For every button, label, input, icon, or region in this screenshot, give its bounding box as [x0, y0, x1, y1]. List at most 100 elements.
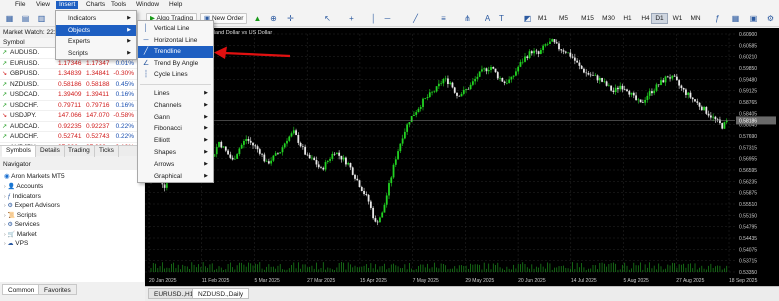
- candle-body: [308, 154, 311, 159]
- menu-item-trend-angle[interactable]: ∠ Trend By Angle: [138, 58, 213, 70]
- shapes-tool-icon[interactable]: ◩: [522, 13, 533, 24]
- trendline-tool-icon[interactable]: ╱: [410, 13, 421, 24]
- horizontal-line-tool-icon[interactable]: ─: [382, 13, 393, 24]
- menu-group-channels[interactable]: Channels ▶: [138, 100, 213, 112]
- market-watch-row[interactable]: ↗ USDCHF. 0.79711 0.79716 0.16%: [0, 100, 144, 111]
- candle-body: [331, 153, 334, 159]
- menu-file[interactable]: File: [12, 1, 28, 9]
- timeframe-m30[interactable]: M30: [600, 13, 617, 24]
- timeframe-h1[interactable]: H1: [619, 13, 636, 24]
- market-watch-icon[interactable]: ▥: [36, 13, 47, 24]
- menu-window[interactable]: Window: [133, 1, 162, 9]
- market-watch-row[interactable]: ↗ AUDCHF. 0.52741 0.52743 0.22%: [0, 132, 144, 143]
- screenshot-icon[interactable]: ▣: [748, 13, 759, 24]
- tab-favorites[interactable]: Favorites: [38, 284, 77, 295]
- timeframe-mn[interactable]: MN: [687, 13, 704, 24]
- candle-body: [365, 194, 368, 195]
- menu-item-objects[interactable]: Objects ▶: [56, 24, 136, 36]
- settings-icon[interactable]: ⚙: [765, 13, 776, 24]
- navigator-item[interactable]: › 👤 Accounts: [4, 182, 43, 191]
- fibonacci-tool-icon[interactable]: ⋔: [462, 13, 473, 24]
- label-tool-icon[interactable]: T: [496, 13, 507, 24]
- menu-group-label: Arrows: [154, 160, 175, 168]
- profiles-icon[interactable]: ▤: [20, 13, 31, 24]
- navigator-item[interactable]: › ☁ VPS: [4, 239, 28, 248]
- timeframe-m1[interactable]: M1: [534, 13, 551, 24]
- chart-tab-nzdusd[interactable]: NZDUSD.,Daily: [192, 288, 250, 299]
- menu-group-shapes[interactable]: Shapes ▶: [138, 147, 213, 159]
- menu-charts[interactable]: Charts: [83, 1, 108, 9]
- menu-item-vertical-line[interactable]: │ Vertical Line: [138, 23, 213, 35]
- menu-group-lines[interactable]: Lines ▶: [138, 88, 213, 100]
- menu-group-graphical[interactable]: Graphical ▶: [138, 171, 213, 183]
- timeframe-w1[interactable]: W1: [669, 13, 686, 24]
- candle-body: [641, 102, 644, 103]
- chevron-right-icon: ›: [4, 193, 6, 200]
- tab-ticks[interactable]: Ticks: [95, 146, 119, 157]
- market-watch-row[interactable]: ↗ AUDCAD. 0.92235 0.92237 0.22%: [0, 121, 144, 132]
- candle-body: [594, 75, 597, 77]
- candle-body: [444, 78, 447, 80]
- indicators-icon[interactable]: ƒ: [712, 13, 723, 24]
- menu-item-cycle-lines[interactable]: ┆ Cycle Lines: [138, 69, 213, 81]
- text-tool-icon[interactable]: A: [482, 13, 493, 24]
- symbol-column-header[interactable]: Symbol: [3, 38, 25, 48]
- market-watch-row[interactable]: ↗ USDCAD. 1.39409 1.39411 0.16%: [0, 90, 144, 101]
- candle-body: [324, 162, 327, 170]
- menu-group-label: Channels: [154, 101, 182, 109]
- candle-body: [265, 161, 268, 162]
- candle-body: [240, 144, 243, 149]
- zoom-icon[interactable]: ⊕: [268, 13, 279, 24]
- menu-item-scripts[interactable]: Scripts ▶: [56, 48, 136, 60]
- timeframe-d1[interactable]: D1: [651, 13, 668, 24]
- depth-of-market-icon[interactable]: ▲: [252, 13, 263, 24]
- tab-common[interactable]: Common: [2, 284, 41, 295]
- candle-body: [229, 154, 232, 158]
- candle-body: [360, 186, 363, 191]
- candle-body: [451, 82, 454, 88]
- navigator-item[interactable]: › ƒ Indicators: [4, 192, 41, 201]
- market-watch-row[interactable]: ↗ NZDUSD. 0.58186 0.58188 0.45%: [0, 79, 144, 90]
- arrow-up-icon: ↗: [2, 134, 8, 140]
- navigator-item[interactable]: › 📜 Scripts: [4, 211, 37, 220]
- timeframe-m15[interactable]: M15: [579, 13, 596, 24]
- candle-body: [660, 80, 662, 86]
- menu-tools[interactable]: Tools: [108, 1, 129, 9]
- candle-body: [483, 68, 486, 70]
- menu-item-indicators[interactable]: Indicators ▶: [56, 13, 136, 25]
- channel-tool-icon[interactable]: ≡: [438, 13, 449, 24]
- menu-item-trendline[interactable]: ╱ Trendline: [138, 46, 213, 58]
- menu-group-fibonacci[interactable]: Fibonacci ▶: [138, 123, 213, 135]
- crosshair-tool-icon[interactable]: +: [346, 13, 357, 24]
- timeframe-m5[interactable]: M5: [555, 13, 572, 24]
- templates-icon[interactable]: ▦: [730, 13, 741, 24]
- menu-insert[interactable]: Insert: [56, 1, 79, 9]
- menu-item-experts[interactable]: Experts ▶: [56, 36, 136, 48]
- navigator-item[interactable]: › ⚙ Expert Advisors: [4, 201, 60, 210]
- menu-group-elliott[interactable]: Elliott ▶: [138, 135, 213, 147]
- navigator-item[interactable]: › ⚙ Services: [4, 220, 40, 229]
- candle-body: [283, 143, 286, 148]
- crosshair-icon[interactable]: ✛: [285, 13, 296, 24]
- tab-trading[interactable]: Trading: [64, 146, 95, 157]
- menu-view[interactable]: View: [33, 1, 53, 9]
- candle-body: [267, 161, 270, 164]
- navigator-root-label: Aron Markets MT5: [11, 173, 65, 180]
- menu-help[interactable]: Help: [166, 1, 185, 9]
- tab-details[interactable]: Details: [36, 146, 65, 157]
- menu-item-horizontal-line[interactable]: ─ Horizontal Line: [138, 35, 213, 47]
- cursor-icon[interactable]: ↖: [322, 13, 333, 24]
- menu-group-arrows[interactable]: Arrows ▶: [138, 159, 213, 171]
- navigator-root[interactable]: ◉ Aron Markets MT5: [4, 172, 65, 181]
- market-watch-row[interactable]: ↗ EURUSD. 1.17346 1.17347 0.01%: [0, 58, 144, 69]
- menu-group-gann[interactable]: Gann ▶: [138, 112, 213, 124]
- market-watch-row[interactable]: ↘ USDJPY. 147.066 147.070 -0.58%: [0, 111, 144, 122]
- vertical-line-tool-icon[interactable]: │: [368, 13, 379, 24]
- candle-body: [530, 51, 533, 54]
- market-watch-row[interactable]: ↘ GBPUSD. 1.34839 1.34841 -0.30%: [0, 69, 144, 80]
- tab-symbols[interactable]: Symbols: [2, 146, 36, 157]
- navigator-item[interactable]: › 🛒 Market: [4, 230, 37, 239]
- menu-group-label: Lines: [154, 90, 170, 97]
- new-chart-icon[interactable]: ▦: [4, 13, 15, 24]
- candle-body: [569, 52, 572, 57]
